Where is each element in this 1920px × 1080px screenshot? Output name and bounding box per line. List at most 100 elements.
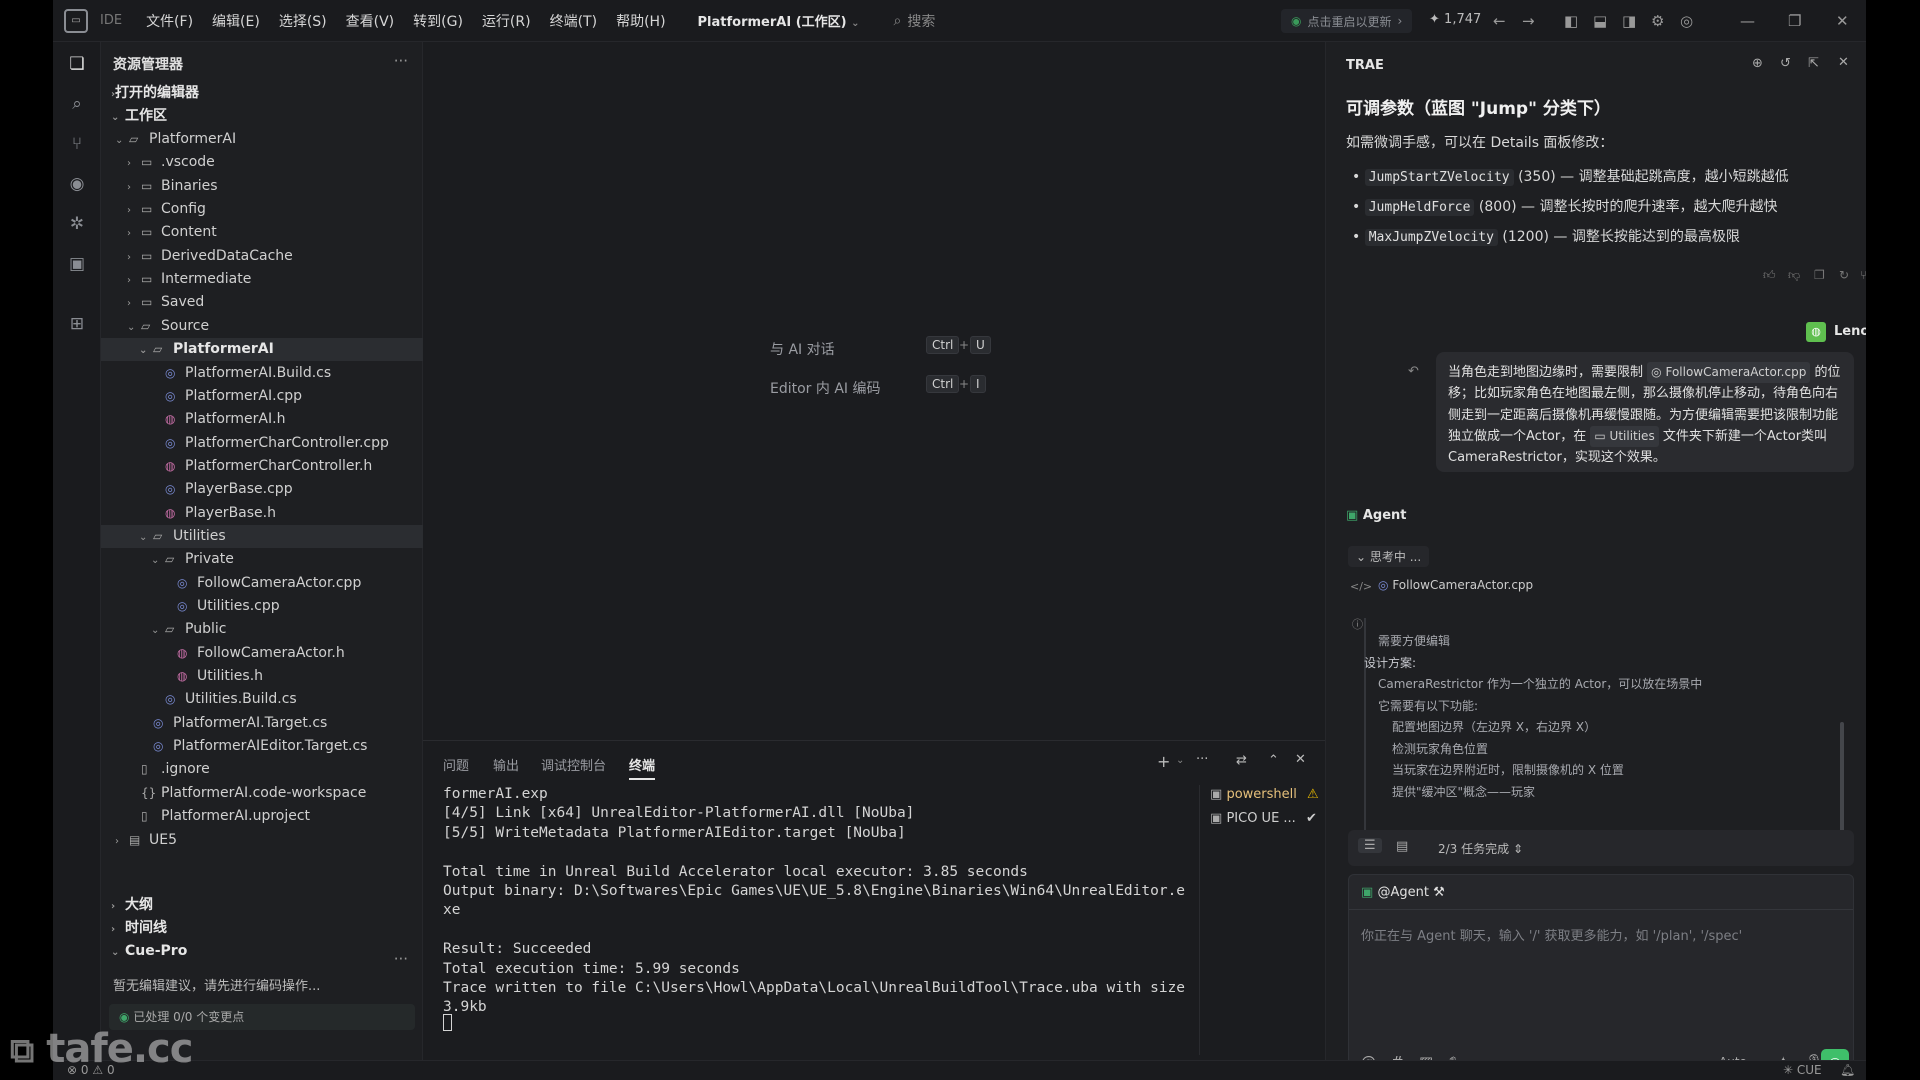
new-chat-icon[interactable]: ⊕ <box>1752 56 1763 71</box>
scrollbar-thumb[interactable] <box>1840 722 1844 842</box>
tree-item[interactable]: › ▭ Content <box>101 221 423 244</box>
cue-status-item[interactable]: ✳ CUE <box>1783 1063 1822 1077</box>
menu-item[interactable]: 选择(S) <box>279 11 327 31</box>
tree-item[interactable]: ◍ Utilities.h <box>101 665 423 688</box>
search-activity-icon[interactable]: ⌕ <box>65 92 89 116</box>
notification-bell-icon[interactable]: 🔔︎ <box>1840 1063 1855 1077</box>
regenerate-icon[interactable]: ↻ <box>1839 268 1849 282</box>
tree-item[interactable]: › ▭ Saved <box>101 291 423 314</box>
tree-item[interactable]: › ▭ Config <box>101 198 423 221</box>
tree-item[interactable]: › ▤ UE5 <box>101 829 423 852</box>
chevron-down-icon[interactable]: ⌄ <box>1176 755 1184 766</box>
tree-item[interactable]: ◎ Utilities.cpp <box>101 595 423 618</box>
count-badge[interactable]: ✦ 1,747 <box>1429 12 1481 27</box>
tree-item[interactable]: ◍ PlatformerCharController.h <box>101 455 423 478</box>
workspace-section[interactable]: ⌄ 工作区 <box>101 105 423 128</box>
agent-mention[interactable]: ▣ @Agent ⚒ <box>1361 885 1445 900</box>
toggle-panel-icon[interactable]: ⬓ <box>1593 12 1607 30</box>
undo-icon[interactable]: ↶ <box>1408 364 1419 379</box>
project-selector[interactable]: PlatformerAI (工作区) ⌄ <box>698 11 860 30</box>
settings-gear-icon[interactable]: ⚙ <box>1651 12 1664 30</box>
close-icon[interactable]: ✕ <box>1838 55 1849 70</box>
tree-item[interactable]: {} PlatformerAI.code-workspace <box>101 782 423 805</box>
restore-icon[interactable]: ❐ <box>1788 12 1801 30</box>
close-window-icon[interactable]: ✕ <box>1836 12 1849 30</box>
cue-more-icon[interactable]: ··· <box>394 950 408 968</box>
close-panel-icon[interactable]: ✕ <box>1295 752 1306 767</box>
tree-item[interactable]: ◎ FollowCameraActor.cpp <box>101 572 423 595</box>
minimize-icon[interactable]: — <box>1740 12 1755 30</box>
debug-bug-icon[interactable]: ✲ <box>65 212 89 236</box>
toggle-sidebar-icon[interactable]: ◧ <box>1564 12 1578 30</box>
history-icon[interactable]: ↺ <box>1780 56 1791 71</box>
maximize-panel-icon[interactable]: ⌃ <box>1268 753 1279 768</box>
file-reference[interactable]: ◎ FollowCameraActor.cpp <box>1378 578 1533 592</box>
tree-item[interactable]: ◎ PlatformerAI.Target.cs <box>101 712 423 735</box>
tree-item[interactable]: › ▭ .vscode <box>101 151 423 174</box>
tree-item[interactable]: ▯ PlatformerAI.uproject <box>101 805 423 828</box>
tree-item[interactable]: › ▭ Intermediate <box>101 268 423 291</box>
thumbs-down-icon[interactable]: 👎︎ <box>1788 268 1800 283</box>
branch-icon[interactable]: ⑂ <box>1860 268 1866 282</box>
toggle-right-panel-icon[interactable]: ◨ <box>1622 12 1636 30</box>
forward-arrow-icon[interactable]: → <box>1522 12 1535 30</box>
timeline-section[interactable]: › 时间线 <box>101 917 423 940</box>
update-button[interactable]: ◉ 点击重启以更新 › <box>1281 9 1413 33</box>
folder-chip[interactable]: ▭ Utilities <box>1590 425 1659 448</box>
menu-item[interactable]: 终端(T) <box>550 11 597 31</box>
menu-item[interactable]: 运行(R) <box>482 11 531 31</box>
explorer-files-icon[interactable]: ❏ <box>65 52 89 76</box>
tree-item[interactable]: ◍ FollowCameraActor.h <box>101 642 423 665</box>
eye-icon[interactable]: ◉ <box>65 172 89 196</box>
menu-item[interactable]: 文件(F) <box>146 11 193 31</box>
tree-item[interactable]: ◎ PlatformerAI.Build.cs <box>101 362 423 385</box>
copy-icon[interactable]: ❐ <box>1814 268 1825 282</box>
search-box[interactable]: ⌕ 搜索 <box>894 11 936 31</box>
tree-item[interactable]: ⌄ ▱ Utilities <box>101 524 423 548</box>
tree-item[interactable]: ◎ PlayerBase.cpp <box>101 478 423 501</box>
tree-item[interactable]: ⌄ ▱ PlatformerAI <box>101 128 423 151</box>
file-chip[interactable]: ◎ FollowCameraActor.cpp <box>1647 362 1811 384</box>
tree-item[interactable]: ◎ PlatformerAIEditor.Target.cs <box>101 735 423 758</box>
outline-section[interactable]: › 大纲 <box>101 894 423 917</box>
tree-item[interactable]: ◎ PlatformerAI.cpp <box>101 385 423 408</box>
new-terminal-icon[interactable]: + <box>1157 752 1170 771</box>
thumbs-up-icon[interactable]: 👍︎ <box>1763 268 1776 283</box>
tree-item[interactable]: ⌄ ▱ PlatformerAI <box>101 338 423 362</box>
terminal-output[interactable]: formerAI.exp [4/5] Link [x64] UnrealEdit… <box>443 785 1193 1018</box>
open-editors-section[interactable]: ›打开的编辑器 <box>101 82 423 105</box>
thinking-toggle[interactable]: ⌄ 思考中 ... <box>1348 546 1430 567</box>
remote-monitor-icon[interactable]: ▣ <box>65 252 89 276</box>
more-actions-icon[interactable]: ··· <box>394 52 408 70</box>
tab-terminal[interactable]: 终端 <box>629 755 656 780</box>
popout-icon[interactable]: ⇱ <box>1808 56 1819 71</box>
tree-item[interactable]: ◍ PlatformerAI.h <box>101 408 423 431</box>
tree-item[interactable]: ⌄ ▱ Public <box>101 618 423 641</box>
terminal-item-powershell[interactable]: ▣ powershell ⚠ <box>1210 785 1319 805</box>
tree-item[interactable]: ▯ .ignore <box>101 758 423 781</box>
layout-icon[interactable]: ⇄ <box>1236 753 1247 768</box>
chat-input-placeholder[interactable]: 你正在与 Agent 聊天，输入 '/' 获取更多能力，如 '/plan', '… <box>1361 925 1742 944</box>
cue-pro-section[interactable]: ⌄ Cue-Pro <box>101 940 423 963</box>
task-list-icon[interactable]: ☰ <box>1358 838 1382 853</box>
back-arrow-icon[interactable]: ← <box>1493 12 1506 30</box>
tab-debug-console[interactable]: 调试控制台 <box>541 755 606 774</box>
tab-problems[interactable]: 问题 <box>443 755 469 774</box>
menu-item[interactable]: 帮助(H) <box>616 11 665 31</box>
tab-output[interactable]: 输出 <box>493 755 519 774</box>
task-progress-bar[interactable]: ☰ ▤ 2/3 任务完成 ⇕ <box>1348 830 1854 866</box>
menu-item[interactable]: 转到(G) <box>413 11 463 31</box>
tree-item[interactable]: ◍ PlayerBase.h <box>101 502 423 525</box>
menu-item[interactable]: 查看(V) <box>346 11 395 31</box>
chat-input-box[interactable]: ▣ @Agent ⚒ 你正在与 Agent 聊天，输入 '/' 获取更多能力，如… <box>1348 874 1854 1080</box>
tree-item[interactable]: ◎ PlatformerCharController.cpp <box>101 432 423 455</box>
tree-item[interactable]: ⌄ ▱ Private <box>101 548 423 571</box>
terminal-item-pico[interactable]: ▣ PICO UE ... ✔ <box>1210 809 1317 829</box>
extensions-grid-icon[interactable]: ⊞ <box>65 312 89 336</box>
tree-item[interactable]: › ▭ DerivedDataCache <box>101 245 423 268</box>
tree-item[interactable]: ⌄ ▱ Source <box>101 315 423 338</box>
tree-item[interactable]: ◎ Utilities.Build.cs <box>101 688 423 711</box>
document-icon[interactable]: ▤ <box>1396 839 1408 854</box>
menu-item[interactable]: 编辑(E) <box>212 11 260 31</box>
account-icon[interactable]: ◎ <box>1680 12 1693 30</box>
